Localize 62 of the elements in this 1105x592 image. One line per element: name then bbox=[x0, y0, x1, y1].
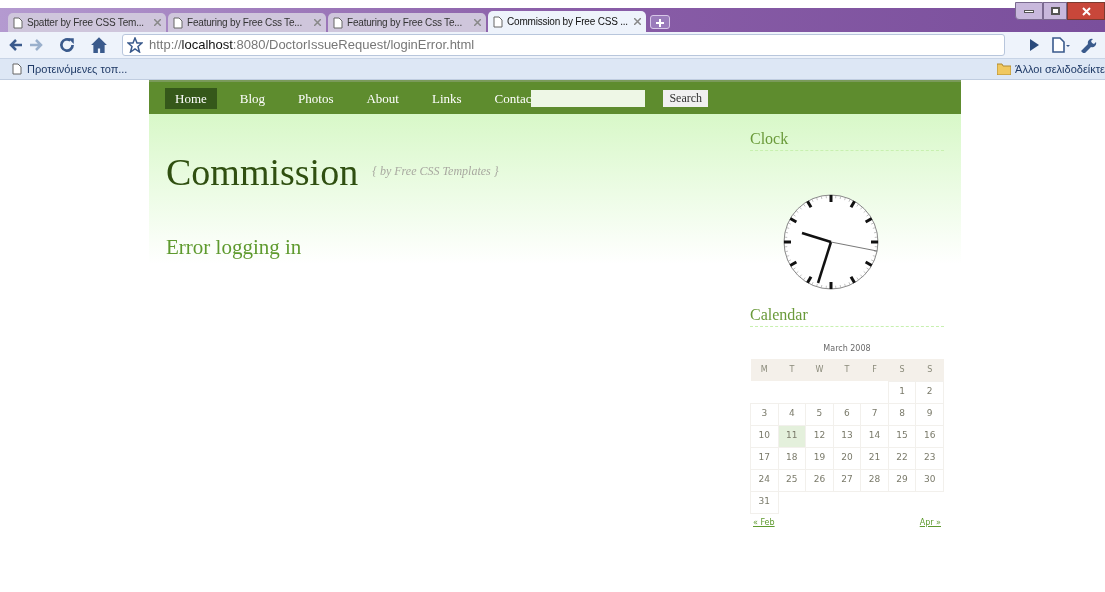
other-bookmarks[interactable]: Άλλοι σελιδοδείκτε bbox=[997, 60, 1105, 78]
page-icon bbox=[333, 16, 343, 29]
new-tab-button[interactable] bbox=[650, 15, 670, 29]
wrench-icon[interactable] bbox=[1079, 37, 1097, 53]
page-icon bbox=[12, 63, 22, 75]
calendar-day[interactable]: 3 bbox=[750, 403, 779, 425]
bookmark[interactable]: Προτεινόμενες τοπ... bbox=[12, 60, 128, 78]
url-text: http://localhost:8080/DoctorIssueRequest/loginError.html bbox=[149, 36, 475, 55]
calendar-day[interactable]: 10 bbox=[750, 425, 779, 447]
calendar-day[interactable]: 31 bbox=[750, 491, 779, 513]
play-icon[interactable] bbox=[1029, 39, 1039, 51]
page-icon bbox=[493, 15, 503, 28]
site-logo: Commission bbox=[166, 150, 359, 194]
weekday-header: S bbox=[915, 359, 944, 381]
nav-link[interactable]: Links bbox=[422, 87, 472, 109]
weekday-header: T bbox=[778, 359, 806, 381]
plus-icon bbox=[656, 19, 664, 28]
page-icon bbox=[13, 16, 23, 29]
calendar-title: Calendar bbox=[750, 305, 944, 327]
page-heading: Error logging in bbox=[166, 234, 303, 261]
nav-link[interactable]: Photos bbox=[288, 87, 344, 109]
previous-month-link[interactable]: « Feb bbox=[753, 516, 775, 529]
folder-icon bbox=[997, 63, 1012, 75]
browser-tab[interactable]: Spatter by Free CSS Tem... bbox=[8, 13, 166, 32]
calendar-day[interactable]: 17 bbox=[750, 447, 779, 469]
page-icon bbox=[173, 16, 183, 29]
calendar-day[interactable]: 5 bbox=[805, 403, 834, 425]
calendar-day[interactable]: 7 bbox=[860, 403, 889, 425]
site-tagline: { by Free CSS Templates } bbox=[372, 163, 499, 180]
page-menu-icon[interactable] bbox=[1051, 37, 1071, 53]
calendar-day[interactable]: 1 bbox=[888, 381, 916, 403]
address-field[interactable]: http://localhost:8080/DoctorIssueRequest/loginError.html bbox=[122, 34, 1005, 56]
clock-title: Clock bbox=[750, 129, 944, 151]
weekday-header: T bbox=[833, 359, 861, 381]
calendar-day[interactable]: 6 bbox=[833, 403, 861, 425]
close-icon bbox=[1081, 6, 1091, 16]
back-icon[interactable] bbox=[8, 37, 24, 53]
nav-link[interactable]: Home bbox=[165, 87, 217, 109]
weekday-header: F bbox=[860, 359, 889, 381]
weekday-header: W bbox=[805, 359, 834, 381]
browser-tab[interactable]: Commission by Free CSS ... bbox=[488, 11, 646, 32]
weekday-header: S bbox=[888, 359, 916, 381]
calendar-day[interactable]: 24 bbox=[750, 469, 779, 491]
close-icon[interactable] bbox=[634, 18, 641, 25]
reload-icon[interactable] bbox=[58, 36, 76, 54]
star-icon[interactable] bbox=[127, 37, 143, 53]
calendar-day[interactable]: 4 bbox=[778, 403, 806, 425]
restore-button[interactable] bbox=[1043, 2, 1067, 20]
next-month-link[interactable]: Apr » bbox=[919, 516, 941, 529]
search-button[interactable]: Search bbox=[663, 89, 709, 107]
browser-tab[interactable]: Featuring by Free Css Te... bbox=[168, 13, 326, 32]
nav-link[interactable]: About bbox=[356, 87, 409, 109]
close-button[interactable] bbox=[1067, 2, 1105, 20]
nav-link[interactable]: Blog bbox=[229, 87, 276, 109]
nav-link[interactable]: Contac bbox=[484, 87, 532, 109]
home-icon[interactable] bbox=[90, 36, 108, 54]
weekday-header: M bbox=[750, 359, 779, 381]
calendar-day[interactable]: 2 bbox=[915, 381, 944, 403]
search-field[interactable] bbox=[531, 89, 646, 107]
calendar-caption: March 2008 bbox=[822, 343, 872, 355]
browser-tab[interactable]: Featuring by Free Css Te... bbox=[328, 13, 486, 32]
minimize-button[interactable] bbox=[1015, 2, 1043, 20]
